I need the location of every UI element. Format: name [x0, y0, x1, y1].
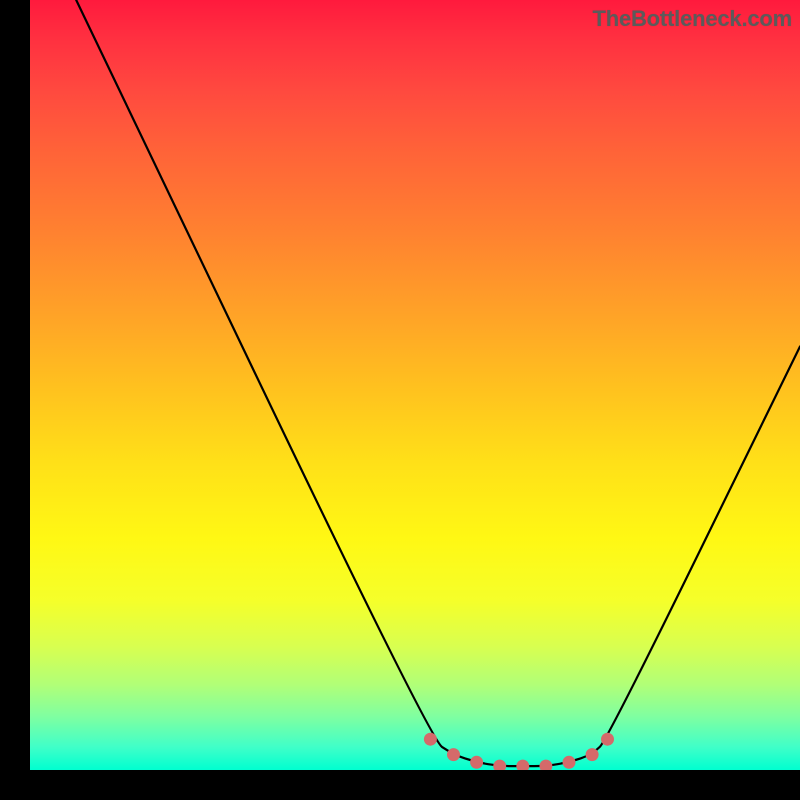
plot-area: TheBottleneck.com: [30, 0, 800, 770]
bottleneck-curve: [76, 0, 800, 766]
axis-bottom-border: [0, 770, 800, 800]
data-marker: [586, 748, 599, 761]
data-marker: [563, 756, 576, 769]
chart-container: TheBottleneck.com: [0, 0, 800, 800]
data-marker: [539, 760, 552, 770]
data-marker: [493, 760, 506, 770]
data-marker: [470, 756, 483, 769]
data-marker: [447, 748, 460, 761]
data-marker: [601, 733, 614, 746]
curve-layer: [30, 0, 800, 770]
axis-left-border: [0, 0, 30, 800]
markers-group: [424, 733, 614, 770]
data-marker: [424, 733, 437, 746]
data-marker: [516, 760, 529, 770]
